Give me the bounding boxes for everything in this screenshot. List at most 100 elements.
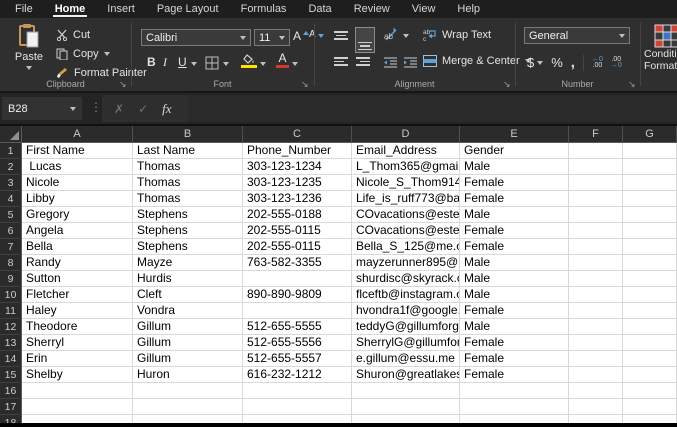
cell-D16[interactable] (352, 383, 460, 399)
cell-D11[interactable]: hvondra1f@google.c (352, 303, 460, 319)
cell-C17[interactable] (243, 399, 352, 415)
cell-A1[interactable]: First Name (22, 143, 133, 159)
cell-F3[interactable] (569, 175, 623, 191)
cell-E11[interactable]: Female (460, 303, 569, 319)
cell-A16[interactable] (22, 383, 133, 399)
cell-F11[interactable] (569, 303, 623, 319)
cell-C16[interactable] (243, 383, 352, 399)
cell-A4[interactable]: Libby (22, 191, 133, 207)
cell-B1[interactable]: Last Name (133, 143, 243, 159)
cell-D7[interactable]: Bella_S_125@me.co (352, 239, 460, 255)
bold-button[interactable]: B (147, 55, 156, 69)
top-align-button[interactable] (334, 31, 348, 40)
tab-review[interactable]: Review (343, 0, 401, 18)
cell-E3[interactable]: Female (460, 175, 569, 191)
increase-indent-button[interactable] (403, 57, 418, 69)
increase-decimal-button[interactable]: ←0 .00 (592, 56, 603, 69)
cell-G17[interactable] (623, 399, 677, 415)
cell-F16[interactable] (569, 383, 623, 399)
cell-B4[interactable]: Thomas (133, 191, 243, 207)
cell-B7[interactable]: Stephens (133, 239, 243, 255)
cell-G6[interactable] (623, 223, 677, 239)
cell-G16[interactable] (623, 383, 677, 399)
cell-A3[interactable]: Nicole (22, 175, 133, 191)
cell-D10[interactable]: flceftb@instagram.c (352, 287, 460, 303)
formula-input[interactable] (188, 95, 677, 122)
cell-F6[interactable] (569, 223, 623, 239)
row-header-8[interactable]: 8 (0, 255, 22, 271)
cell-B15[interactable]: Huron (133, 367, 243, 383)
number-dialog-launcher-icon[interactable]: ↘ (628, 80, 636, 89)
cell-C10[interactable]: 890-890-9809 (243, 287, 352, 303)
align-right-button[interactable] (356, 57, 370, 66)
number-format-combobox[interactable]: General (524, 27, 630, 44)
cell-B10[interactable]: Cleft (133, 287, 243, 303)
cell-F13[interactable] (569, 335, 623, 351)
cell-A10[interactable]: Fletcher (22, 287, 133, 303)
cell-D3[interactable]: Nicole_S_Thom914@ (352, 175, 460, 191)
font-size-combobox[interactable]: 11 (254, 29, 290, 46)
decrease-decimal-button[interactable]: .00 →0 (611, 56, 622, 69)
column-header-E[interactable]: E (460, 126, 569, 142)
select-all-button[interactable] (0, 126, 22, 142)
cell-G11[interactable] (623, 303, 677, 319)
cell-C12[interactable]: 512-655-5555 (243, 319, 352, 335)
cell-E13[interactable]: Female (460, 335, 569, 351)
row-header-11[interactable]: 11 (0, 303, 22, 319)
row-header-2[interactable]: 2 (0, 159, 22, 175)
italic-button[interactable]: I (163, 55, 167, 70)
cell-B13[interactable]: Gillum (133, 335, 243, 351)
cell-G14[interactable] (623, 351, 677, 367)
cell-B14[interactable]: Gillum (133, 351, 243, 367)
cell-D13[interactable]: SherrylG@gillumforg (352, 335, 460, 351)
row-header-10[interactable]: 10 (0, 287, 22, 303)
cell-G1[interactable] (623, 143, 677, 159)
cell-E7[interactable]: Female (460, 239, 569, 255)
conditional-formatting-button[interactable]: Conditional Formatting (644, 24, 677, 72)
cell-F15[interactable] (569, 367, 623, 383)
column-header-G[interactable]: G (623, 126, 677, 142)
cell-E16[interactable] (460, 383, 569, 399)
clipboard-dialog-launcher-icon[interactable]: ↘ (119, 80, 127, 89)
cell-C15[interactable]: 616-232-1212 (243, 367, 352, 383)
tab-insert[interactable]: Insert (96, 0, 146, 18)
decrease-indent-button[interactable] (383, 57, 398, 69)
cell-F4[interactable] (569, 191, 623, 207)
cell-G10[interactable] (623, 287, 677, 303)
cell-C14[interactable]: 512-655-5557 (243, 351, 352, 367)
cell-E12[interactable]: Male (460, 319, 569, 335)
cell-F1[interactable] (569, 143, 623, 159)
formula-bar-grip-icon[interactable]: ⋮ (90, 100, 102, 114)
cell-F9[interactable] (569, 271, 623, 287)
cell-B17[interactable] (133, 399, 243, 415)
cell-E10[interactable]: Male (460, 287, 569, 303)
cell-C11[interactable] (243, 303, 352, 319)
cell-E14[interactable]: Female (460, 351, 569, 367)
copy-dropdown-icon[interactable] (103, 51, 110, 56)
cell-C7[interactable]: 202-555-0115 (243, 239, 352, 255)
row-header-12[interactable]: 12 (0, 319, 22, 335)
cell-E6[interactable]: Female (460, 223, 569, 239)
cell-F7[interactable] (569, 239, 623, 255)
insert-function-icon[interactable]: fx (162, 101, 171, 117)
tab-formulas[interactable]: Formulas (230, 0, 298, 18)
row-header-1[interactable]: 1 (0, 143, 22, 159)
cell-G15[interactable] (623, 367, 677, 383)
copy-button[interactable]: Copy (56, 44, 147, 63)
accounting-format-button[interactable]: $ (527, 55, 544, 70)
row-header-3[interactable]: 3 (0, 175, 22, 191)
cell-B8[interactable]: Mayze (133, 255, 243, 271)
cell-B16[interactable] (133, 383, 243, 399)
row-header-4[interactable]: 4 (0, 191, 22, 207)
row-header-14[interactable]: 14 (0, 351, 22, 367)
cell-A14[interactable]: Erin (22, 351, 133, 367)
column-header-A[interactable]: A (22, 126, 133, 142)
cell-F17[interactable] (569, 399, 623, 415)
cell-G2[interactable] (623, 159, 677, 175)
column-header-B[interactable]: B (133, 126, 243, 142)
cell-C6[interactable]: 202-555-0115 (243, 223, 352, 239)
paste-button[interactable]: Paste (6, 23, 52, 83)
cell-D5[interactable]: COvacations@estes. (352, 207, 460, 223)
row-header-9[interactable]: 9 (0, 271, 22, 287)
cell-A17[interactable] (22, 399, 133, 415)
